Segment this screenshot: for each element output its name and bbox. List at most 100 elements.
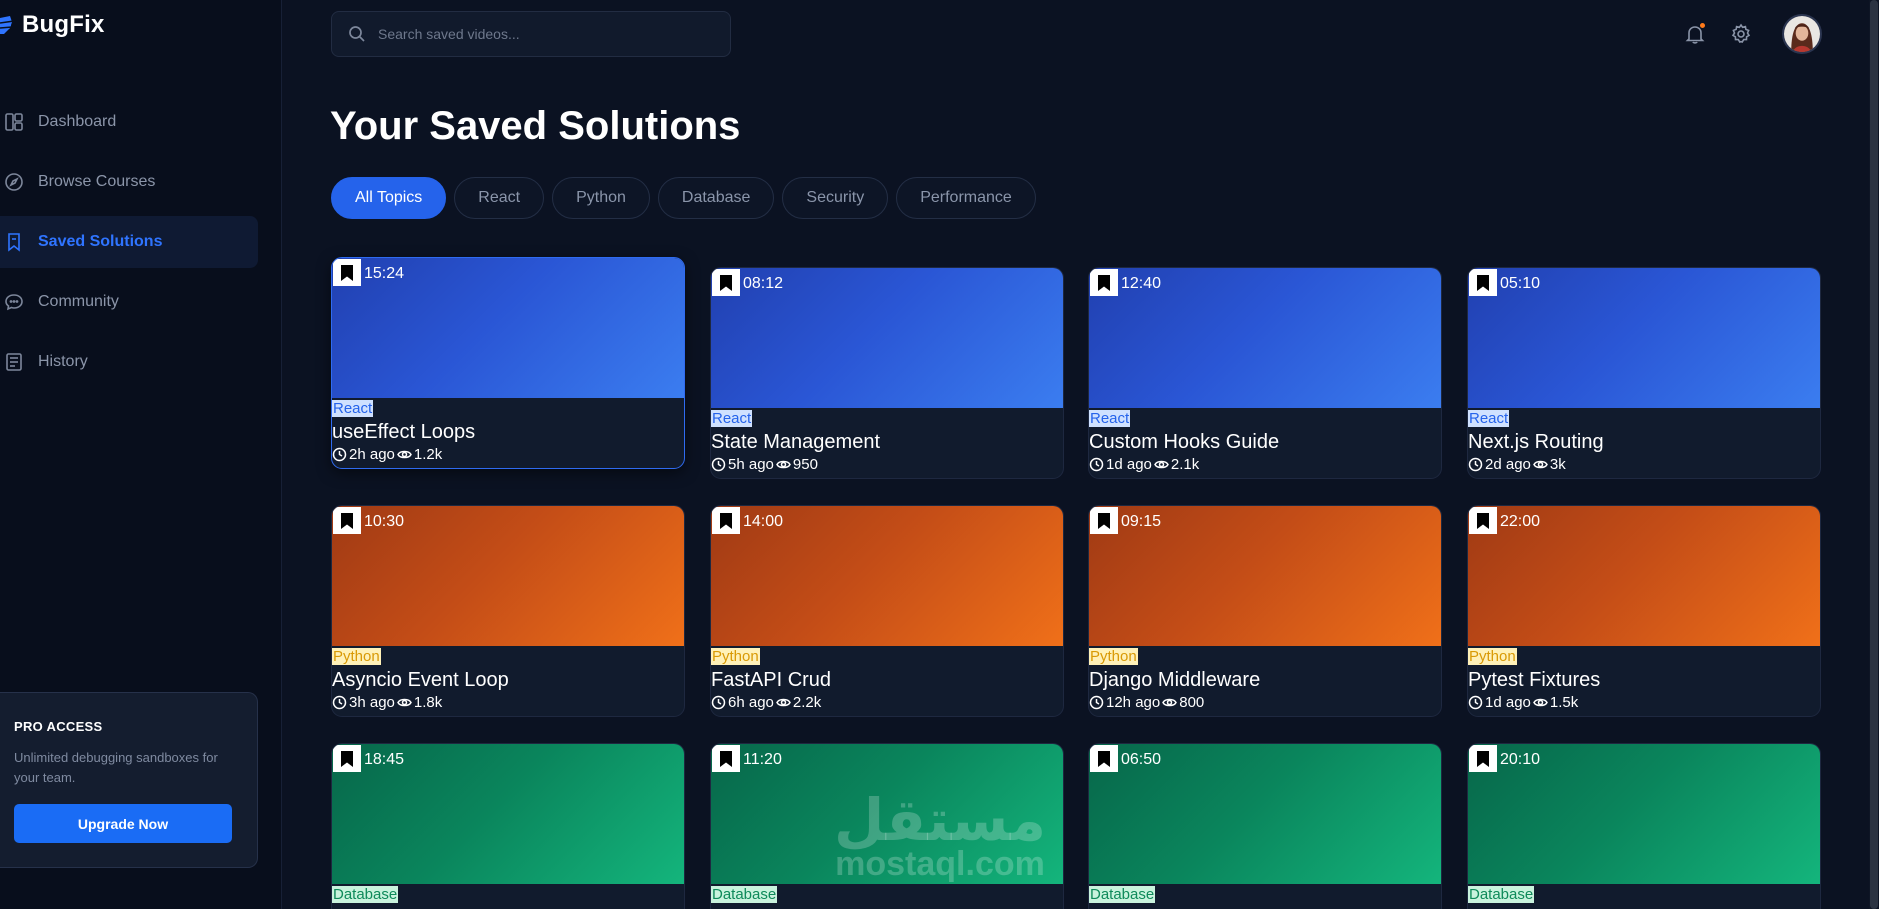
sidebar-item-browse-courses[interactable]: Browse Courses xyxy=(0,156,258,208)
video-thumbnail: 09:15 xyxy=(1089,506,1441,646)
video-time: 1d ago xyxy=(1106,456,1152,473)
video-time: 3h ago xyxy=(349,694,395,711)
clock-icon xyxy=(1468,695,1483,710)
video-time: 5h ago xyxy=(728,456,774,473)
clock-icon xyxy=(711,457,726,472)
video-thumbnail: 22:00 xyxy=(1468,506,1820,646)
video-title: Asyncio Event Loop xyxy=(332,669,509,691)
video-thumbnail: 18:45 xyxy=(332,744,684,884)
bug-logo-icon xyxy=(0,16,15,34)
bookmark-icon xyxy=(1098,512,1110,529)
sidebar-nav: Dashboard Browse Courses Saved Solutions… xyxy=(0,96,258,396)
sidebar: BugFix Dashboard Browse Courses Saved So… xyxy=(0,0,282,909)
video-card[interactable]: 10:30 Python Asyncio Event Loop 3h ago 1… xyxy=(331,505,685,717)
bookmark-button[interactable] xyxy=(333,745,361,772)
brand[interactable]: BugFix xyxy=(0,10,105,40)
topic-tag: React xyxy=(711,410,753,427)
bookmark-button[interactable] xyxy=(333,507,361,534)
bookmark-button[interactable] xyxy=(1469,269,1497,296)
video-card[interactable]: 11:20 Database xyxy=(710,743,1064,909)
bookmark-icon xyxy=(341,264,353,281)
bookmark-icon xyxy=(720,750,732,767)
video-card[interactable]: 12:40 React Custom Hooks Guide 1d ago 2.… xyxy=(1088,267,1442,479)
topic-tag: Database xyxy=(1089,886,1156,903)
sidebar-item-dashboard[interactable]: Dashboard xyxy=(0,96,258,148)
clock-icon xyxy=(1089,695,1104,710)
bookmark-button[interactable] xyxy=(1469,745,1497,772)
bookmark-icon xyxy=(720,512,732,529)
video-duration: 09:15 xyxy=(1121,513,1162,530)
video-card[interactable]: 20:10 Database xyxy=(1467,743,1821,909)
compass-icon xyxy=(5,173,23,191)
bookmark-icon xyxy=(1477,750,1489,767)
eye-icon xyxy=(397,450,412,459)
video-card[interactable]: 08:12 React State Management 5h ago 950 xyxy=(710,267,1064,479)
video-duration: 11:20 xyxy=(743,751,782,768)
video-title: State Management xyxy=(711,431,880,453)
video-meta: 2d ago 3k xyxy=(1468,456,1820,473)
video-duration: 10:30 xyxy=(364,513,405,530)
video-card[interactable]: 06:50 Database xyxy=(1088,743,1442,909)
video-duration: 22:00 xyxy=(1500,513,1541,530)
video-duration: 15:24 xyxy=(364,265,405,282)
sidebar-item-label: Community xyxy=(38,293,119,310)
video-time: 6h ago xyxy=(728,694,774,711)
topic-tag: Python xyxy=(1468,648,1517,665)
video-card[interactable]: 22:00 Python Pytest Fixtures 1d ago 1.5k xyxy=(1467,505,1821,717)
bookmark-button[interactable] xyxy=(712,269,740,296)
video-meta: 3h ago 1.8k xyxy=(332,694,684,711)
bookmark-button[interactable] xyxy=(333,259,361,286)
video-thumbnail: 20:10 xyxy=(1468,744,1820,884)
topic-tag: Database xyxy=(711,886,778,903)
sidebar-item-community[interactable]: Community xyxy=(0,276,258,328)
bookmark-button[interactable] xyxy=(1090,745,1118,772)
video-views: 1.2k xyxy=(413,446,443,463)
video-card[interactable]: 14:00 Python FastAPI Crud 6h ago 2.2k xyxy=(710,505,1064,717)
dashboard-icon xyxy=(5,113,23,131)
video-title: Custom Hooks Guide xyxy=(1089,431,1280,453)
video-thumbnail: 15:24 xyxy=(332,258,684,398)
video-meta: 1d ago 2.1k xyxy=(1089,456,1441,473)
topic-tag: Python xyxy=(332,648,381,665)
bookmark-icon xyxy=(1098,274,1110,291)
bookmark-button[interactable] xyxy=(712,507,740,534)
video-thumbnail: 14:00 xyxy=(711,506,1063,646)
video-card[interactable]: 09:15 Python Django Middleware 12h ago 8… xyxy=(1088,505,1442,717)
topic-tag: Python xyxy=(1089,648,1138,665)
topic-tag: React xyxy=(1089,410,1131,427)
video-thumbnail: 05:10 xyxy=(1468,268,1820,408)
video-title: useEffect Loops xyxy=(332,421,476,443)
video-title: Django Middleware xyxy=(1089,669,1261,691)
scrollbar-thumb[interactable] xyxy=(1870,0,1878,909)
video-duration: 14:00 xyxy=(743,513,784,530)
bookmark-button[interactable] xyxy=(1090,269,1118,296)
topic-tag: Database xyxy=(1468,886,1535,903)
video-card[interactable]: 15:24 React useEffect Loops 2h ago 1.2k xyxy=(331,257,685,469)
video-card[interactable]: 05:10 React Next.js Routing 2d ago 3k xyxy=(1467,267,1821,479)
video-meta: 2h ago 1.2k xyxy=(332,446,684,463)
bookmark-button[interactable] xyxy=(712,745,740,772)
video-views: 3k xyxy=(1549,456,1566,473)
video-meta: 5h ago 950 xyxy=(711,456,1063,473)
upgrade-now-button[interactable]: Upgrade Now xyxy=(14,804,232,843)
scrollbar[interactable] xyxy=(1869,0,1879,909)
bookmark-button[interactable] xyxy=(1090,507,1118,534)
brand-name: BugFix xyxy=(22,11,105,38)
sidebar-item-label: Browse Courses xyxy=(38,173,156,190)
video-thumbnail: 06:50 xyxy=(1089,744,1441,884)
video-meta: 6h ago 2.2k xyxy=(711,694,1063,711)
bookmark-icon xyxy=(8,233,20,252)
video-title: FastAPI Crud xyxy=(711,669,832,691)
video-thumbnail: 10:30 xyxy=(332,506,684,646)
sidebar-item-history[interactable]: History xyxy=(0,336,258,388)
bookmark-button[interactable] xyxy=(1469,507,1497,534)
eye-icon xyxy=(776,698,791,707)
sidebar-item-saved-solutions[interactable]: Saved Solutions xyxy=(0,216,258,268)
video-title: Pytest Fixtures xyxy=(1468,669,1601,691)
bookmark-icon xyxy=(341,512,353,529)
video-views: 1.8k xyxy=(413,694,443,711)
video-title: Next.js Routing xyxy=(1468,431,1604,453)
video-card[interactable]: 18:45 Database xyxy=(331,743,685,909)
video-duration: 20:10 xyxy=(1500,751,1541,768)
pro-access-card: PRO ACCESS Unlimited debugging sandboxes… xyxy=(0,692,258,868)
